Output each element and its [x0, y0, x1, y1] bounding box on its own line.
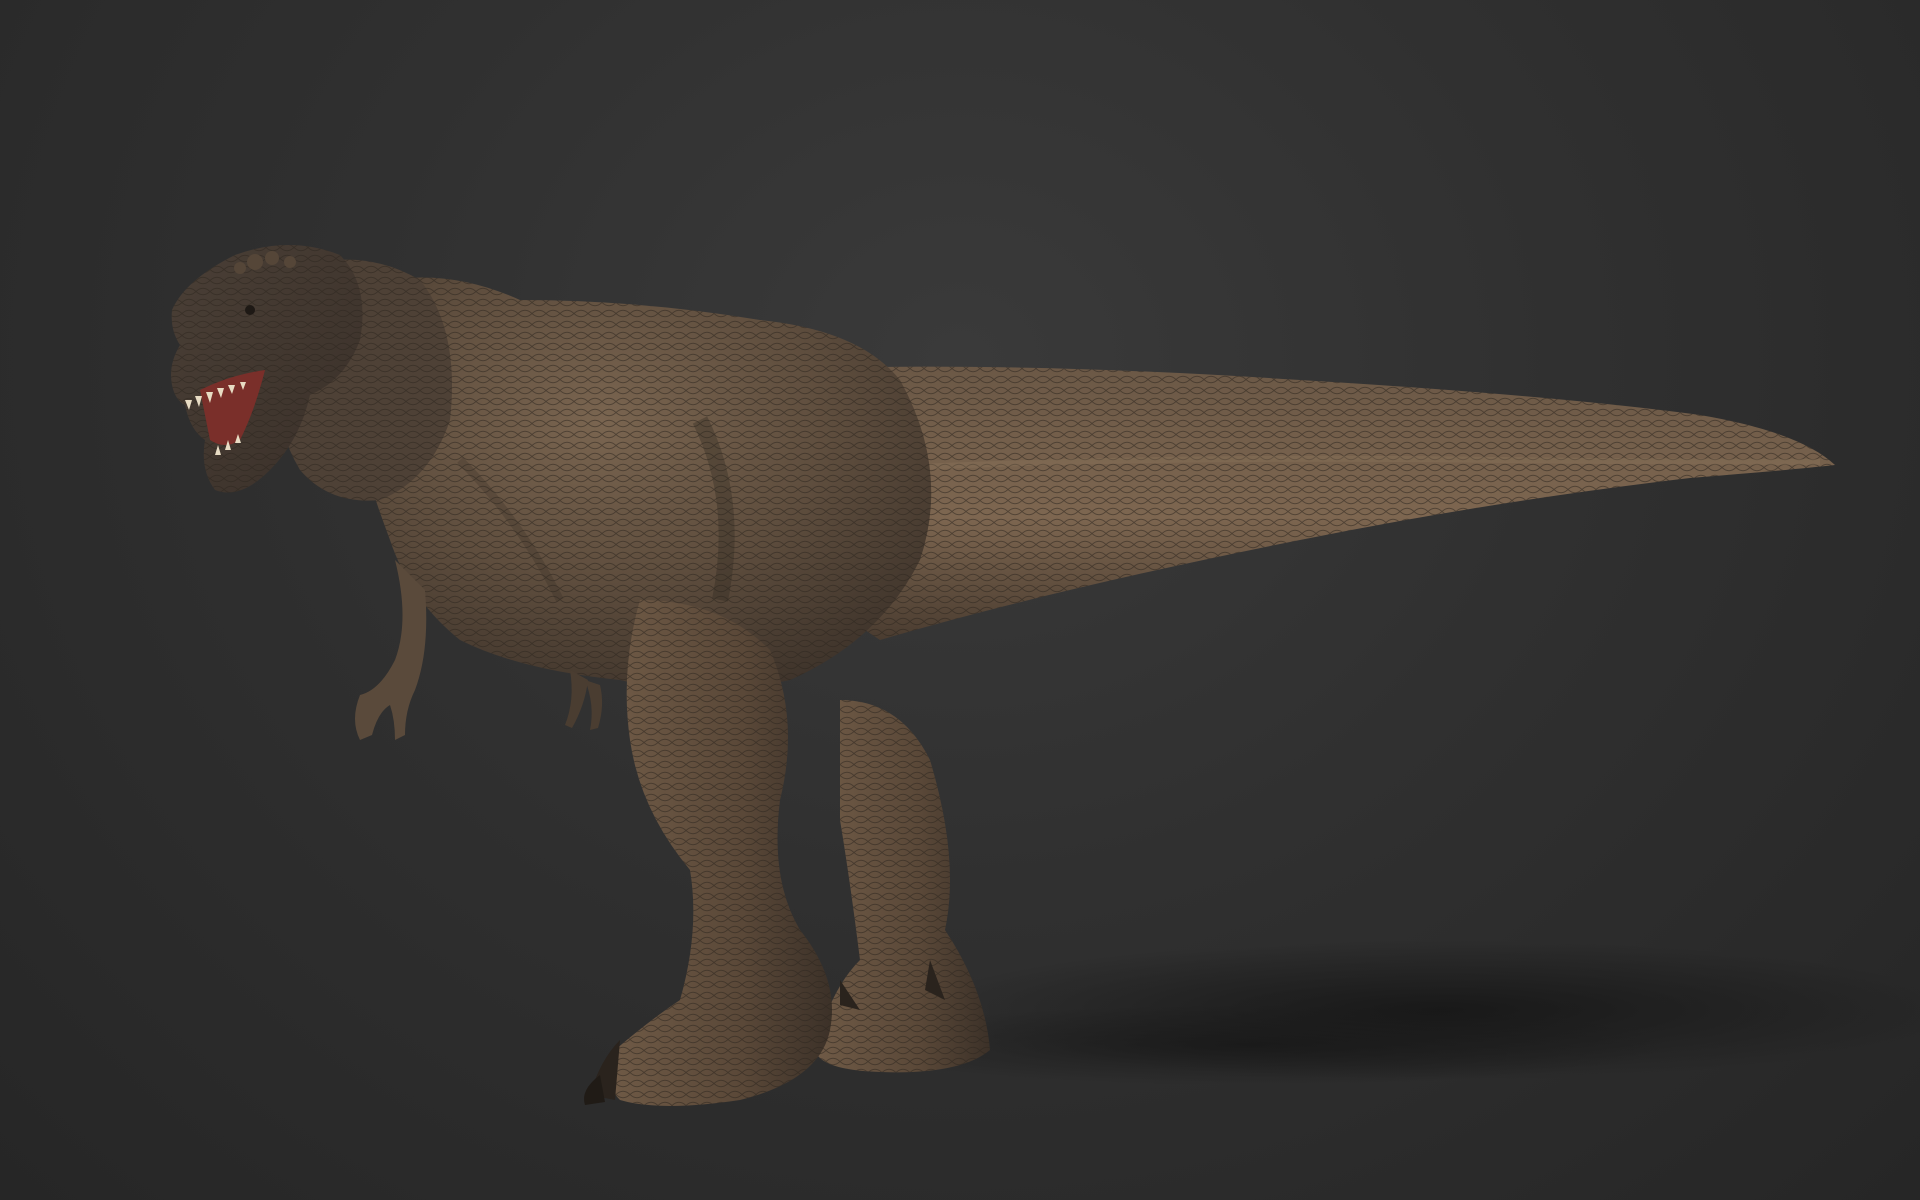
eye	[245, 305, 255, 315]
render-viewport	[0, 0, 1920, 1200]
tyrannosaurus-render	[171, 245, 1920, 1106]
hind-leg-far	[815, 700, 990, 1073]
